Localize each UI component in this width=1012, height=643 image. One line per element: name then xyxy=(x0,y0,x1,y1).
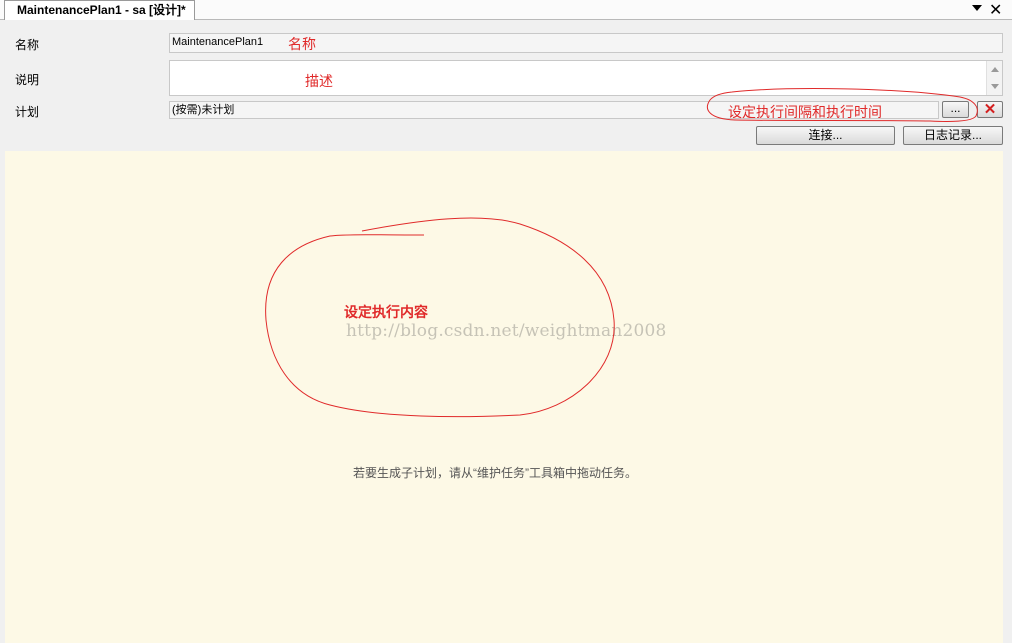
schedule-annotation-loop xyxy=(706,88,978,122)
content-annotation-loop xyxy=(265,217,615,418)
annotation-strokes xyxy=(265,88,978,418)
